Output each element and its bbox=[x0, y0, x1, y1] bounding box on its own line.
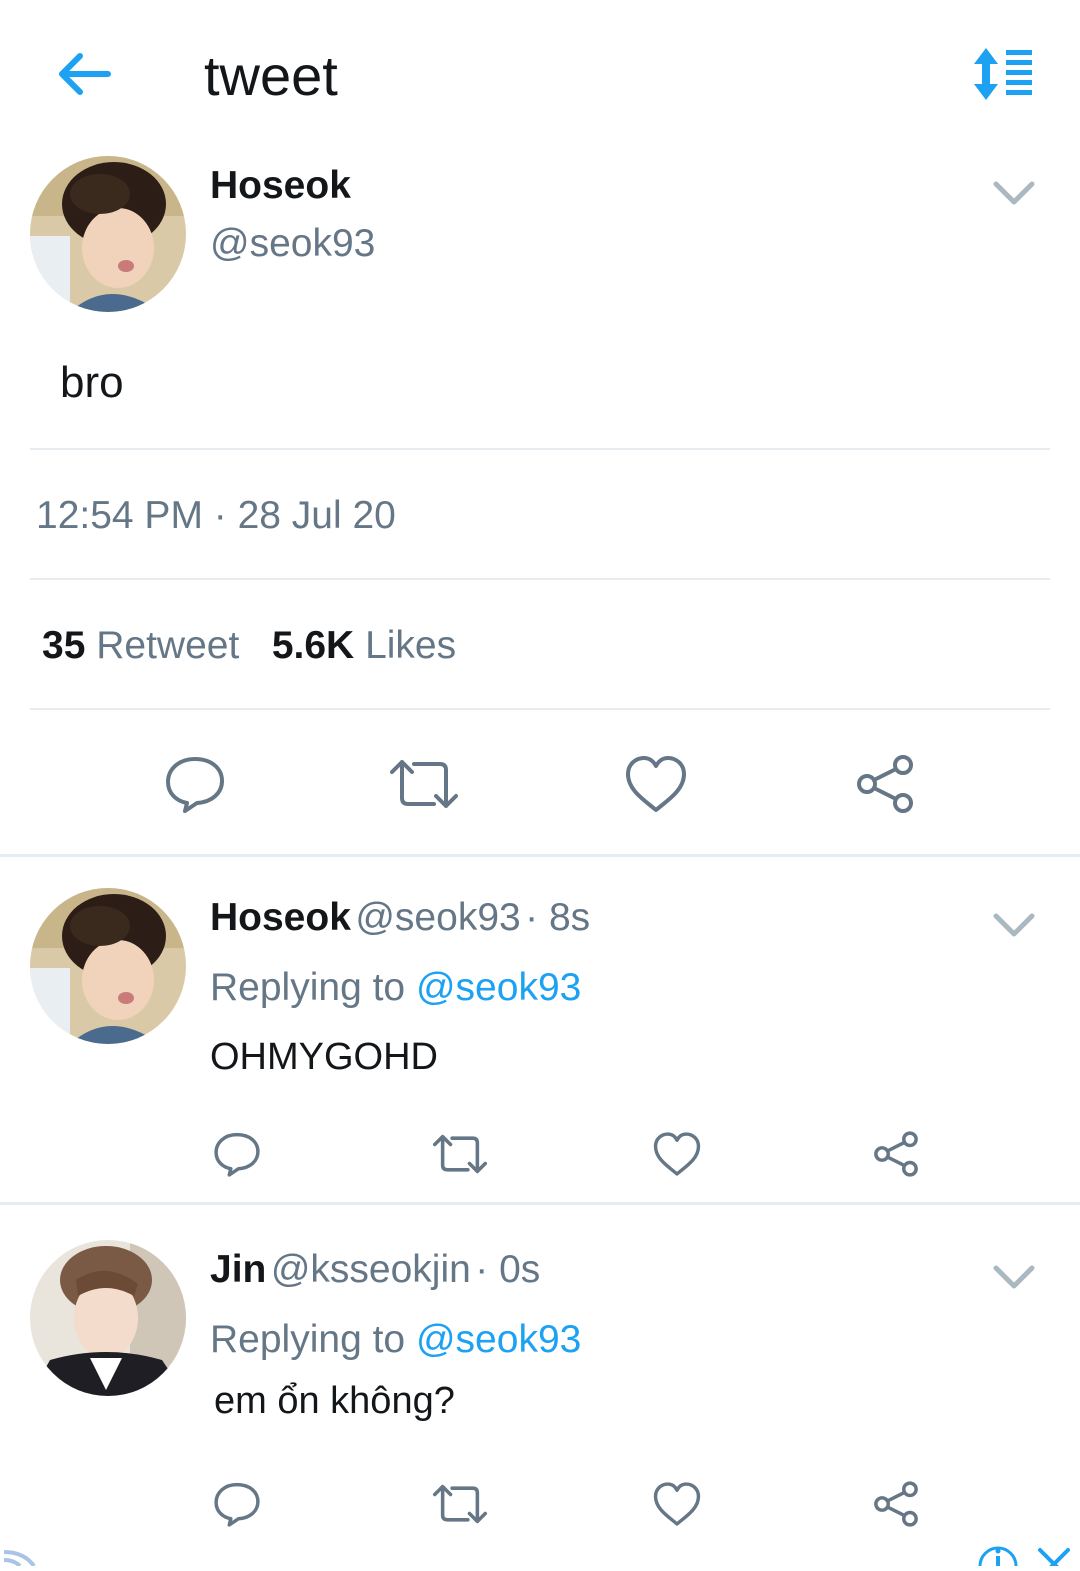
share-icon bbox=[874, 1481, 918, 1527]
avatar[interactable] bbox=[30, 888, 186, 1044]
reply-author-name[interactable]: Hoseok bbox=[210, 896, 351, 939]
page-title: tweet bbox=[204, 44, 338, 107]
heart-icon bbox=[653, 1482, 701, 1526]
divider bbox=[30, 708, 1050, 710]
replying-to-label: Replying to bbox=[210, 966, 406, 1009]
likes-label: Likes bbox=[365, 624, 457, 667]
reply-button[interactable] bbox=[210, 1128, 264, 1180]
avatar-jin-image bbox=[30, 1240, 186, 1396]
avatar[interactable] bbox=[30, 1240, 186, 1396]
feed-icon bbox=[0, 1544, 40, 1568]
retweet-icon bbox=[432, 1484, 488, 1524]
replying-to-mention[interactable]: @seok93 bbox=[416, 966, 581, 1009]
like-button[interactable] bbox=[650, 1128, 704, 1180]
reply-time: · 8s bbox=[525, 896, 591, 939]
share-icon bbox=[857, 755, 913, 813]
tweet-timestamp[interactable]: 12:54 PM · 28 Jul 20 bbox=[36, 494, 396, 538]
reply-icon bbox=[214, 1132, 260, 1177]
tweet-menu-button[interactable] bbox=[990, 178, 1038, 208]
sort-button[interactable] bbox=[966, 44, 1038, 104]
share-icon bbox=[874, 1131, 918, 1177]
share-button[interactable] bbox=[870, 1128, 922, 1180]
reply-header: Jin @ksseokjin · 0s bbox=[210, 1248, 540, 1292]
author-handle[interactable]: @seok93 bbox=[210, 222, 375, 266]
replying-to-mention[interactable]: @seok93 bbox=[416, 1318, 581, 1361]
avatar-hoseok-image bbox=[30, 156, 186, 312]
tweet-stats: 35 Retweet 5.6K Likes bbox=[42, 624, 456, 668]
replying-to-label: Replying to bbox=[210, 1318, 406, 1361]
ad-info-button[interactable] bbox=[976, 1542, 1020, 1571]
close-icon bbox=[1038, 1548, 1070, 1571]
chevron-down-icon bbox=[993, 181, 1035, 205]
retweet-button[interactable] bbox=[386, 752, 462, 816]
reply-button[interactable] bbox=[160, 752, 230, 816]
avatar-hoseok-image bbox=[30, 888, 186, 1044]
reply-icon bbox=[214, 1482, 260, 1527]
avatar[interactable] bbox=[30, 156, 186, 312]
ad-close-button[interactable] bbox=[1034, 1544, 1074, 1571]
reply-text: OHMYGOHD bbox=[210, 1036, 438, 1078]
heart-icon bbox=[653, 1132, 701, 1176]
author-name[interactable]: Hoseok bbox=[210, 164, 351, 208]
chevron-down-icon bbox=[993, 1265, 1035, 1289]
like-button[interactable] bbox=[650, 1478, 704, 1530]
share-button[interactable] bbox=[852, 752, 918, 816]
retweet-icon bbox=[390, 760, 458, 808]
retweet-count: 35 bbox=[42, 624, 86, 667]
reply-text: em ổn không? bbox=[214, 1380, 455, 1422]
likes-stat[interactable]: 5.6K Likes bbox=[272, 624, 456, 667]
divider bbox=[30, 448, 1050, 450]
chevron-down-icon bbox=[993, 913, 1035, 937]
retweet-stat[interactable]: 35 Retweet bbox=[42, 624, 239, 667]
reply-header: Hoseok @seok93 · 8s bbox=[210, 896, 590, 940]
reply-author-handle[interactable]: @seok93 bbox=[355, 896, 520, 939]
reply-author-handle[interactable]: @ksseokjin bbox=[271, 1248, 471, 1291]
retweet-icon bbox=[432, 1134, 488, 1174]
replying-to-line: Replying to @seok93 bbox=[210, 1318, 581, 1362]
retweet-label: Retweet bbox=[96, 624, 240, 667]
retweet-button[interactable] bbox=[430, 1478, 490, 1530]
likes-count: 5.6K bbox=[271, 624, 355, 667]
share-button[interactable] bbox=[870, 1478, 922, 1530]
reply-menu-button[interactable] bbox=[990, 910, 1038, 940]
reply-icon bbox=[166, 757, 224, 813]
back-button[interactable] bbox=[52, 44, 116, 104]
rss-icon bbox=[3, 1550, 36, 1568]
divider bbox=[30, 578, 1050, 580]
heart-icon bbox=[626, 756, 686, 812]
reply-menu-button[interactable] bbox=[990, 1262, 1038, 1292]
sort-list-icon bbox=[974, 48, 1032, 100]
retweet-button[interactable] bbox=[430, 1128, 490, 1180]
arrow-left-icon bbox=[59, 53, 111, 95]
reply-button[interactable] bbox=[210, 1478, 264, 1530]
divider bbox=[0, 854, 1080, 857]
reply-time: · 0s bbox=[475, 1248, 541, 1291]
tweet-text: bro bbox=[60, 358, 124, 407]
reply-author-name[interactable]: Jin bbox=[210, 1248, 266, 1291]
info-icon bbox=[978, 1546, 1018, 1571]
replying-to-line: Replying to @seok93 bbox=[210, 966, 581, 1010]
like-button[interactable] bbox=[622, 752, 690, 816]
divider bbox=[0, 1202, 1080, 1205]
